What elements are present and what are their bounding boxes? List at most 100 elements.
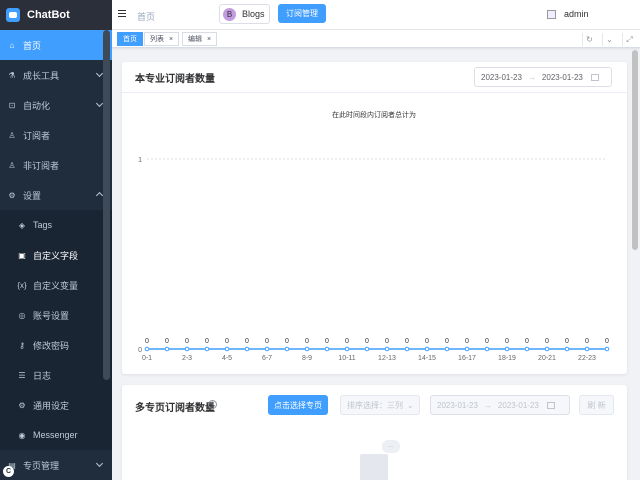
data-label: 0 — [245, 338, 249, 345]
user-icon: ♙ — [8, 130, 16, 140]
sidebar-item-growth-tools[interactable]: ⚗ 成长工具 — [0, 60, 112, 90]
variable-icon: {x} — [17, 280, 27, 290]
x-tick-label: 20-21 — [538, 355, 556, 362]
sidebar-item-home[interactable]: ⌂ 首页 — [0, 30, 112, 60]
x-tick-label: 16-17 — [458, 355, 476, 362]
sidebar-item-messenger[interactable]: ◉ Messenger — [0, 420, 112, 450]
data-point — [184, 346, 190, 352]
data-label: 0 — [385, 338, 389, 345]
refresh-icon[interactable]: ↻ — [582, 33, 596, 46]
home-icon: ⌂ — [9, 40, 15, 50]
sidebar-item-non-subscribers[interactable]: ♙ 非订阅者 — [0, 150, 112, 180]
gear-icon: ⚙ — [8, 190, 16, 200]
data-point — [324, 346, 330, 352]
data-point — [524, 346, 530, 352]
log-icon: ☰ — [18, 370, 26, 380]
single-page-subscriber-card: 本专业订阅者数量 2023-01-23 → 2023-01-23 在此时间段内订… — [122, 62, 627, 374]
sidebar-item-general-settings[interactable]: ⚙ 通用设定 — [0, 390, 112, 420]
data-label: 0 — [205, 338, 209, 345]
user-avatar-icon[interactable] — [547, 10, 556, 19]
data-label: 0 — [445, 338, 449, 345]
x-tick-label: 6-7 — [262, 355, 272, 362]
x-tick-label: 12-13 — [378, 355, 396, 362]
sort-placeholder: 排序选择：三列 — [347, 400, 403, 410]
date-range-picker[interactable]: 2023-01-23 → 2023-01-23 — [474, 67, 612, 87]
data-point — [224, 346, 230, 352]
sidebar-item-automation[interactable]: ⊡ 自动化 — [0, 90, 112, 120]
data-label: 0 — [325, 338, 329, 345]
data-point — [604, 346, 610, 352]
page-switcher-button[interactable]: B Blogs — [219, 4, 270, 24]
sidebar-item-tags[interactable]: ◈ Tags — [0, 210, 112, 240]
sidebar-item-settings[interactable]: ⚙ 设置 — [0, 180, 112, 210]
multi-page-subscriber-card: 多专页订阅者数量 ? 点击选择专页 排序选择：三列 ⌄ 2023-01-23 →… — [122, 385, 627, 480]
data-point — [164, 346, 170, 352]
date-end: 2023-01-23 — [541, 72, 583, 82]
data-point — [404, 346, 410, 352]
date-end: 2023-01-23 — [497, 400, 539, 410]
automation-icon: ⊡ — [8, 100, 16, 110]
tag-icon: ◈ — [18, 220, 26, 230]
card-title: 本专业订阅者数量 — [135, 74, 215, 85]
close-icon[interactable]: × — [169, 36, 173, 43]
tag-list[interactable]: 列表 × — [144, 32, 180, 46]
date-range-picker[interactable]: 2023-01-23 → 2023-01-23 — [430, 395, 570, 415]
sidebar-item-custom-fields[interactable]: ▣ 自定义字段 — [0, 240, 112, 270]
sidebar-item-page-management[interactable]: ▤ 专页管理 — [0, 450, 112, 480]
chevron-down-icon — [95, 69, 104, 78]
breadcrumb: 首页 — [137, 12, 156, 22]
sidebar-item-custom-variables[interactable]: {x} 自定义变量 — [0, 270, 112, 300]
sidebar-scrollbar[interactable] — [103, 30, 110, 380]
username[interactable]: admin — [564, 9, 589, 19]
page-name: Blogs — [242, 9, 265, 19]
chevron-down-icon — [95, 99, 104, 108]
tag-edit[interactable]: 编辑 × — [182, 32, 218, 46]
growth-icon: ⚗ — [8, 70, 16, 80]
subscriber-line-chart: 在此时间段内订阅者总计为 0 1 0-1 2-3 4-5 6-7 8-9 10-11 12-13… — [138, 110, 610, 362]
arrow-right-icon: → — [483, 400, 492, 410]
data-point — [484, 346, 490, 352]
chart-title: 在此时间段内订阅者总计为 — [332, 110, 416, 119]
sidebar-item-logs[interactable]: ☰ 日志 — [0, 360, 112, 390]
subscription-management-button[interactable]: 订阅管理 — [278, 4, 326, 23]
x-tick-label: 14-15 — [418, 355, 436, 362]
x-tick-label: 22-23 — [578, 355, 596, 362]
chevron-down-icon: ⌄ — [407, 400, 414, 410]
data-label: 0 — [345, 338, 349, 345]
data-label: 0 — [605, 338, 609, 345]
data-point — [464, 346, 470, 352]
sidebar-item-change-password[interactable]: ⚷ 修改密码 — [0, 330, 112, 360]
tag-home[interactable]: 首页 — [117, 32, 143, 46]
chevron-down-icon — [95, 459, 104, 468]
data-point — [344, 346, 350, 352]
data-point — [264, 346, 270, 352]
hamburger-icon[interactable] — [118, 10, 126, 18]
chat-bubble-icon: ··· — [382, 440, 400, 453]
app-logo[interactable]: ChatBot — [0, 0, 112, 30]
chevron-down-icon[interactable]: ⌄ — [602, 33, 616, 46]
data-point — [204, 346, 210, 352]
sidebar-item-account-settings[interactable]: ◎ 账号设置 — [0, 300, 112, 330]
data-label: 0 — [365, 338, 369, 345]
main-scrollbar[interactable] — [632, 50, 638, 250]
sidebar-item-subscribers[interactable]: ♙ 订阅者 — [0, 120, 112, 150]
help-icon[interactable]: ? — [208, 400, 217, 409]
fullscreen-icon[interactable]: ⤢ — [622, 33, 636, 46]
arrow-right-icon: → — [527, 72, 536, 82]
account-icon: ◎ — [18, 310, 26, 320]
refresh-button[interactable]: 刷 新 — [579, 395, 614, 415]
tags-view: 首页 列表 × 编辑 × ↻ ⌄ ⤢ — [112, 30, 640, 48]
card-title: 多专页订阅者数量 — [135, 403, 215, 414]
empty-state-illustration: ··· — [352, 440, 402, 480]
settings-icon: ⚙ — [18, 400, 26, 410]
app-name: ChatBot — [27, 9, 70, 21]
data-label: 0 — [485, 338, 489, 345]
user-icon: ♙ — [8, 160, 16, 170]
data-point — [304, 346, 310, 352]
select-pages-button[interactable]: 点击选择专页 — [268, 395, 328, 415]
sort-select[interactable]: 排序选择：三列 ⌄ — [340, 395, 420, 415]
close-icon[interactable]: × — [207, 36, 211, 43]
data-label: 0 — [545, 338, 549, 345]
chevron-up-icon — [95, 191, 104, 200]
data-label: 0 — [305, 338, 309, 345]
